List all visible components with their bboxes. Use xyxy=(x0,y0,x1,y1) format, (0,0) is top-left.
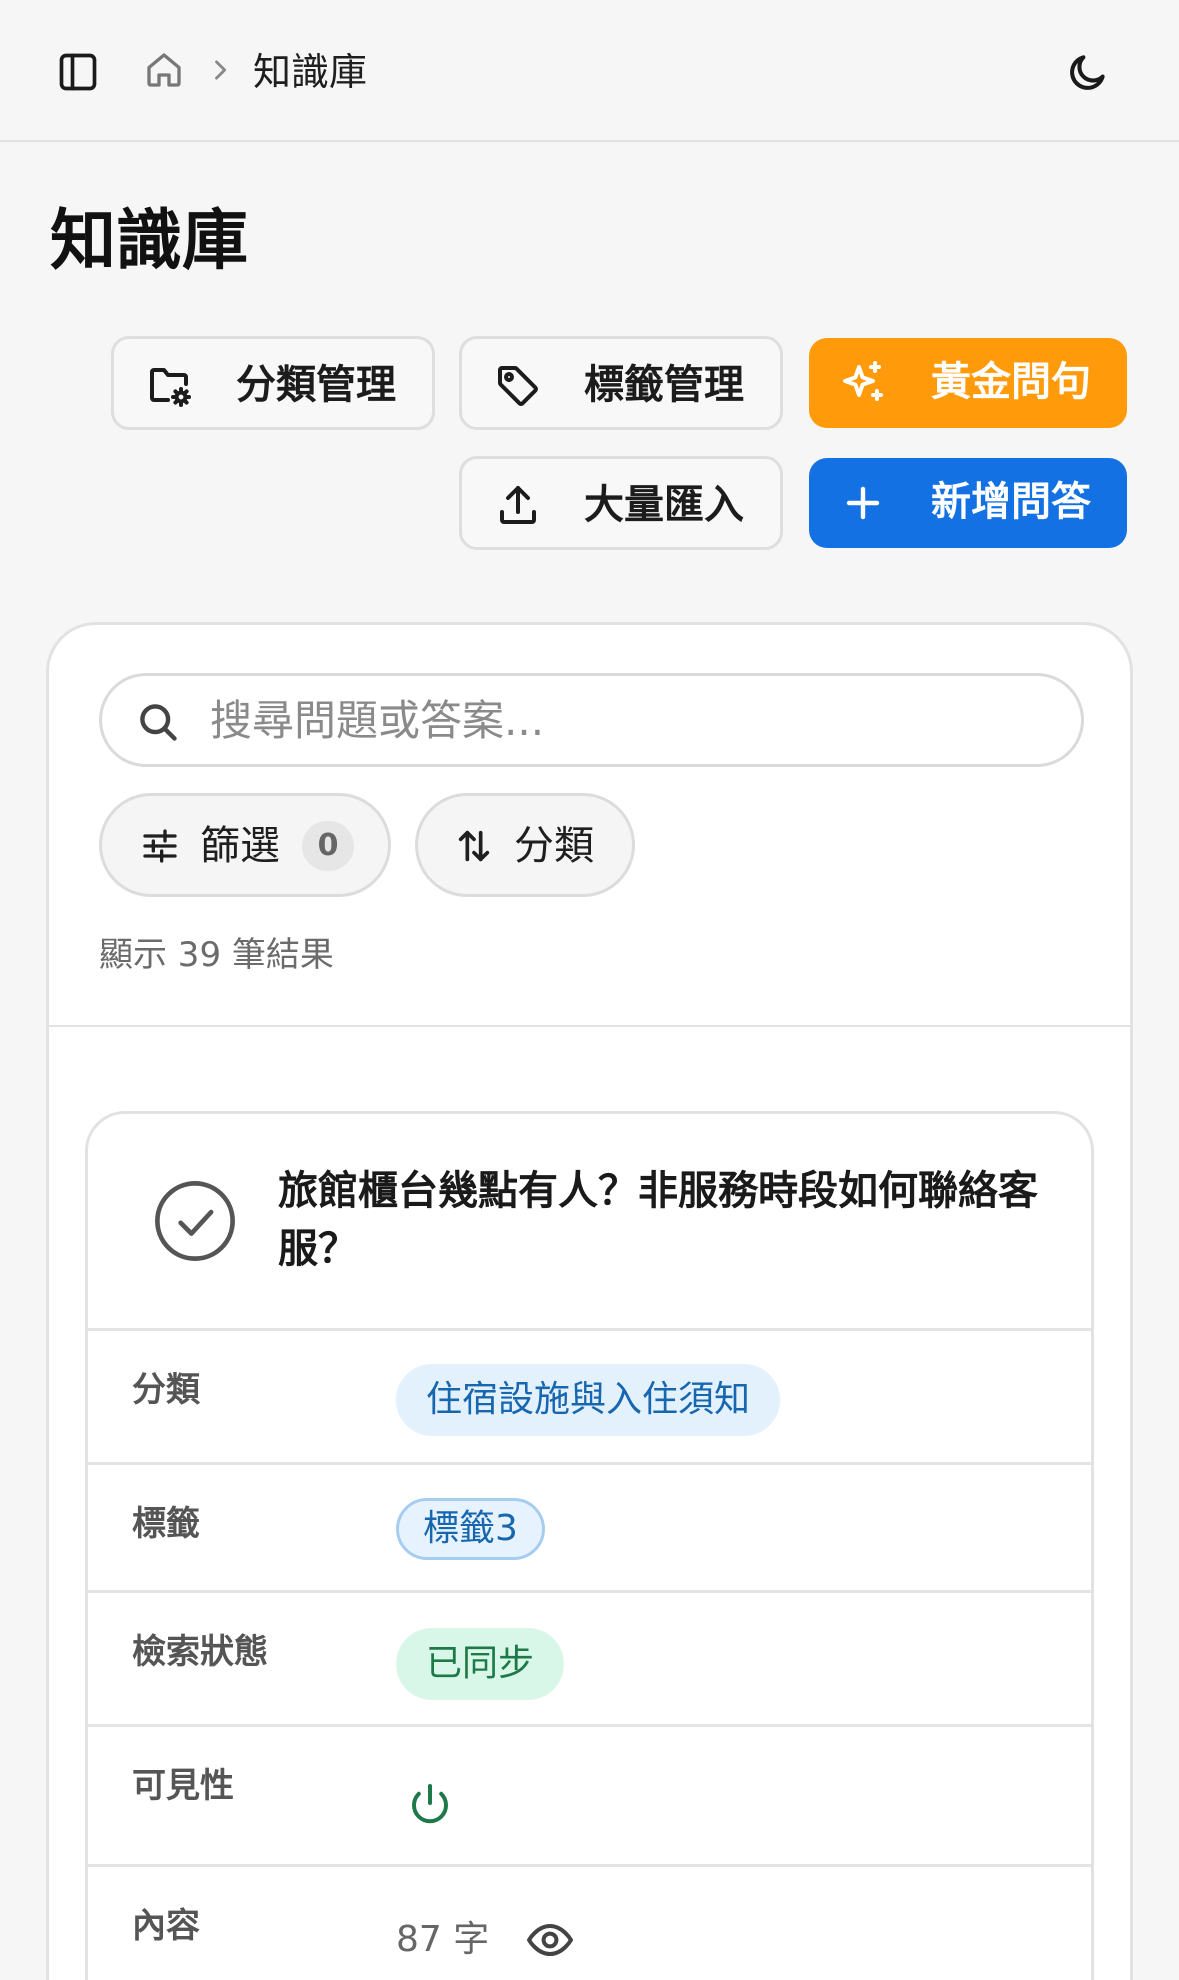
qa-card[interactable]: 旅館櫃台幾點有人？非服務時段如何聯絡客服？ 分類 住宿設施與入住須知 標籤 標籤… xyxy=(85,1111,1094,1980)
row-divider xyxy=(88,1590,1091,1593)
add-qa-label: 新增問答 xyxy=(931,479,1091,525)
tag-badge: 標籤3 xyxy=(396,1498,545,1560)
tags-field-label: 標籤 xyxy=(132,1504,200,1544)
row-divider xyxy=(88,1724,1091,1727)
moon-icon[interactable] xyxy=(1066,50,1110,94)
visibility-field-label: 可見性 xyxy=(132,1766,234,1806)
filter-count-badge: 0 xyxy=(302,821,354,871)
divider xyxy=(49,1025,1130,1027)
tag-management-button[interactable]: 標籤管理 xyxy=(459,336,783,430)
chevron-right-icon xyxy=(206,56,234,84)
row-divider xyxy=(88,1462,1091,1465)
eye-icon[interactable] xyxy=(526,1918,574,1962)
folder-gear-icon xyxy=(146,362,194,410)
category-field-label: 分類 xyxy=(132,1370,200,1410)
row-divider xyxy=(88,1864,1091,1867)
content-length: 87 字 xyxy=(396,1919,490,1960)
bulk-import-button[interactable]: 大量匯入 xyxy=(459,456,783,550)
status-field-label: 檢索狀態 xyxy=(132,1632,268,1672)
tag-icon xyxy=(494,362,542,410)
check-circle-icon[interactable] xyxy=(152,1178,238,1264)
golden-questions-label: 黃金問句 xyxy=(931,359,1091,405)
plus-icon xyxy=(839,479,887,527)
search-input[interactable] xyxy=(210,686,1050,754)
sparkles-icon xyxy=(839,359,887,407)
add-qa-button[interactable]: 新增問答 xyxy=(809,458,1127,548)
sort-arrows-icon xyxy=(454,826,494,866)
power-icon[interactable] xyxy=(406,1781,454,1829)
sort-button[interactable]: 分類 xyxy=(415,793,635,897)
upload-icon xyxy=(494,482,542,530)
knowledge-list-panel: 篩選 0 分類 顯示 39 筆結果 旅館櫃台幾點有人？非服務時段如何聯絡客服？ … xyxy=(46,622,1133,1980)
page-title: 知識庫 xyxy=(50,202,248,279)
category-management-button[interactable]: 分類管理 xyxy=(111,336,435,430)
category-management-label: 分類管理 xyxy=(236,362,396,408)
bulk-import-label: 大量匯入 xyxy=(584,482,744,528)
content-field-label: 內容 xyxy=(132,1906,200,1946)
tag-management-label: 標籤管理 xyxy=(584,362,744,408)
sliders-icon xyxy=(140,826,180,866)
qa-question: 旅館櫃台幾點有人？非服務時段如何聯絡客服？ xyxy=(278,1168,1038,1272)
search-box[interactable] xyxy=(99,673,1084,767)
row-divider xyxy=(88,1328,1091,1331)
sync-status-badge: 已同步 xyxy=(396,1628,565,1700)
results-count: 顯示 39 筆結果 xyxy=(99,935,334,975)
search-icon xyxy=(136,700,180,744)
sort-label: 分類 xyxy=(514,823,594,869)
top-bar: 知識庫 xyxy=(0,0,1179,142)
home-icon[interactable] xyxy=(144,50,184,90)
filter-label: 篩選 xyxy=(200,823,280,869)
sidebar-toggle-icon[interactable] xyxy=(56,50,100,94)
category-badge: 住宿設施與入住須知 xyxy=(396,1364,781,1436)
breadcrumb-current: 知識庫 xyxy=(253,50,368,94)
filter-button[interactable]: 篩選 0 xyxy=(99,793,391,897)
golden-questions-button[interactable]: 黃金問句 xyxy=(809,338,1127,428)
